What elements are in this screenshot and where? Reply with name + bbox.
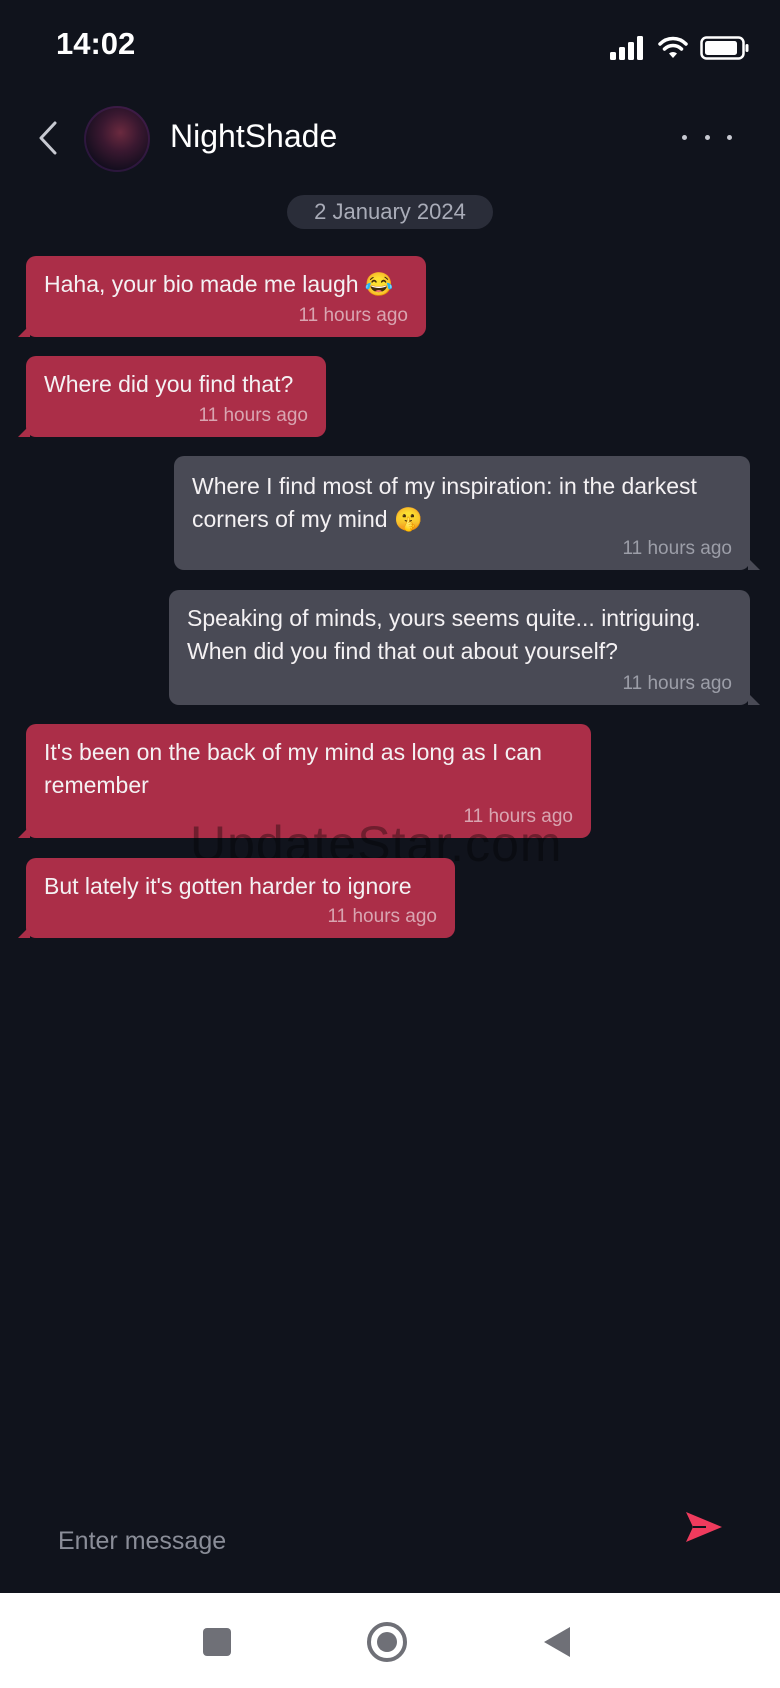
back-button[interactable] (30, 114, 66, 162)
more-options-button[interactable] (682, 122, 732, 152)
circle-icon (367, 1622, 407, 1662)
square-icon (203, 1628, 231, 1656)
message-bubble-incoming[interactable]: Where did you find that? 11 hours ago (18, 356, 326, 437)
message-text: Where I find most of my inspiration: in … (192, 473, 697, 532)
message-timestamp: 11 hours ago (622, 538, 732, 559)
status-icons (610, 34, 750, 60)
battery-icon (700, 36, 749, 60)
message-text: Speaking of minds, yours seems quite... … (187, 605, 701, 664)
status-time: 14:02 (56, 26, 136, 61)
message-timestamp: 11 hours ago (198, 405, 308, 426)
wifi-icon (658, 36, 688, 58)
status-bar: 14:02 (0, 0, 780, 92)
message-bubble-outgoing[interactable]: Speaking of minds, yours seems quite... … (169, 590, 760, 705)
send-button[interactable] (680, 1503, 728, 1551)
message-text: Haha, your bio made me laugh 😂 (44, 271, 394, 297)
message-text: Where did you find that? (44, 371, 294, 397)
contact-name[interactable]: NightShade (170, 118, 337, 155)
chevron-left-icon (39, 121, 57, 155)
message-text: It's been on the back of my mind as long… (44, 739, 542, 798)
date-separator: 2 January 2024 (287, 195, 493, 229)
chat-header: NightShade (0, 92, 780, 184)
message-composer (0, 1495, 780, 1590)
message-timestamp: 11 hours ago (327, 906, 437, 927)
message-bubble-outgoing[interactable]: Where I find most of my inspiration: in … (174, 456, 760, 570)
more-horizontal-icon (682, 134, 687, 140)
message-bubble-incoming[interactable]: But lately it's gotten harder to ignore … (18, 858, 455, 938)
signal-icon (610, 36, 643, 60)
send-icon (686, 1512, 722, 1542)
message-timestamp: 11 hours ago (298, 305, 408, 326)
message-input[interactable] (56, 1515, 660, 1567)
recents-button[interactable] (196, 1621, 238, 1663)
message-timestamp: 11 hours ago (622, 673, 732, 694)
avatar[interactable] (84, 106, 150, 172)
message-text: But lately it's gotten harder to ignore (44, 873, 412, 899)
message-bubble-incoming[interactable]: Haha, your bio made me laugh 😂 11 hours … (18, 256, 426, 337)
triangle-back-icon (544, 1627, 570, 1657)
home-button[interactable] (366, 1621, 408, 1663)
back-nav-button[interactable] (536, 1621, 578, 1663)
system-nav-bar (0, 1593, 780, 1688)
